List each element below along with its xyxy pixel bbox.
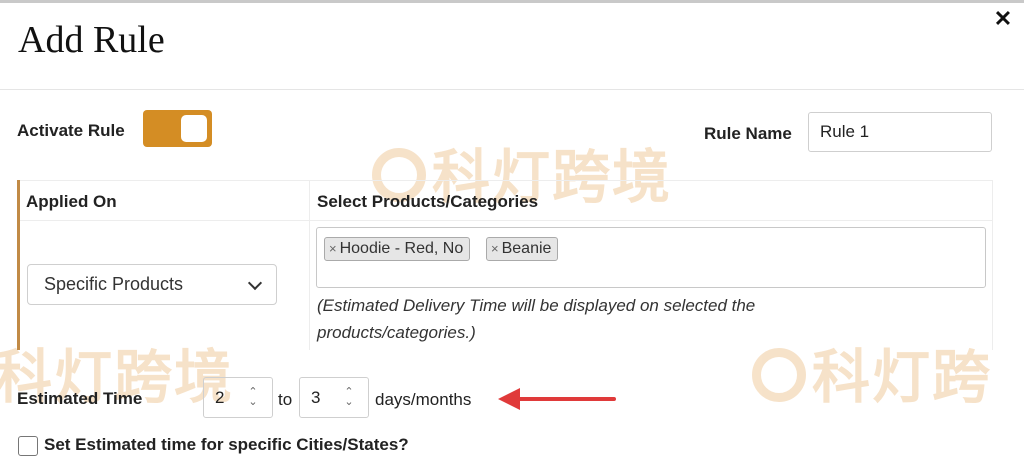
dialog-title: Add Rule: [18, 19, 165, 61]
divider: [992, 180, 993, 350]
red-arrow-annotation: [498, 388, 616, 410]
estimated-time-label: Estimated Time: [17, 389, 143, 408]
applied-on-select[interactable]: Specific Products: [27, 264, 277, 305]
remove-item-icon[interactable]: ×: [329, 241, 337, 256]
close-icon[interactable]: ✕: [992, 8, 1014, 30]
rule-name-input[interactable]: [808, 112, 992, 152]
chip-label: Hoodie - Red, No: [339, 240, 464, 257]
chip-label: Beanie: [501, 240, 552, 257]
specific-locations-label: Set Estimated time for specific Cities/S…: [44, 435, 409, 454]
activate-rule-toggle[interactable]: [143, 110, 212, 147]
delivery-time-note: (Estimated Delivery Time will be display…: [317, 296, 756, 342]
to-label: to: [278, 390, 293, 409]
selected-item-chip: × Hoodie - Red, No: [324, 237, 471, 261]
stepper-icon[interactable]: ⌃ ⌄: [246, 387, 260, 409]
header-divider: [0, 89, 1024, 90]
to-value: 3: [311, 388, 321, 407]
divider: [20, 180, 993, 181]
unit-label: days/months: [375, 390, 472, 409]
remove-item-icon[interactable]: ×: [491, 241, 499, 256]
chevron-down-icon: [247, 275, 263, 291]
selected-item-chip: × Beanie: [486, 237, 559, 261]
products-multiselect[interactable]: × Hoodie - Red, No × Beanie: [316, 227, 986, 288]
divider: [309, 180, 310, 350]
from-value: 2: [215, 388, 225, 407]
watermark-logo-icon-right: [752, 347, 806, 402]
estimated-time-from-input[interactable]: 2 ⌃ ⌄: [203, 377, 273, 418]
stepper-icon[interactable]: ⌃ ⌄: [342, 387, 356, 409]
estimated-time-to-input[interactable]: 3 ⌃ ⌄: [299, 377, 369, 418]
top-border: [0, 0, 1024, 3]
panel-accent-bar: [17, 180, 20, 350]
specific-locations-checkbox[interactable]: [18, 436, 38, 456]
watermark-text-right: 科灯跨: [812, 343, 993, 411]
rule-name-label: Rule Name: [704, 124, 792, 143]
select-products-header: Select Products/Categories: [317, 192, 539, 211]
activate-rule-label: Activate Rule: [17, 121, 125, 140]
applied-on-header: Applied On: [26, 192, 117, 211]
applied-on-selected-value: Specific Products: [44, 274, 184, 294]
toggle-knob: [181, 115, 207, 142]
divider: [20, 220, 993, 221]
